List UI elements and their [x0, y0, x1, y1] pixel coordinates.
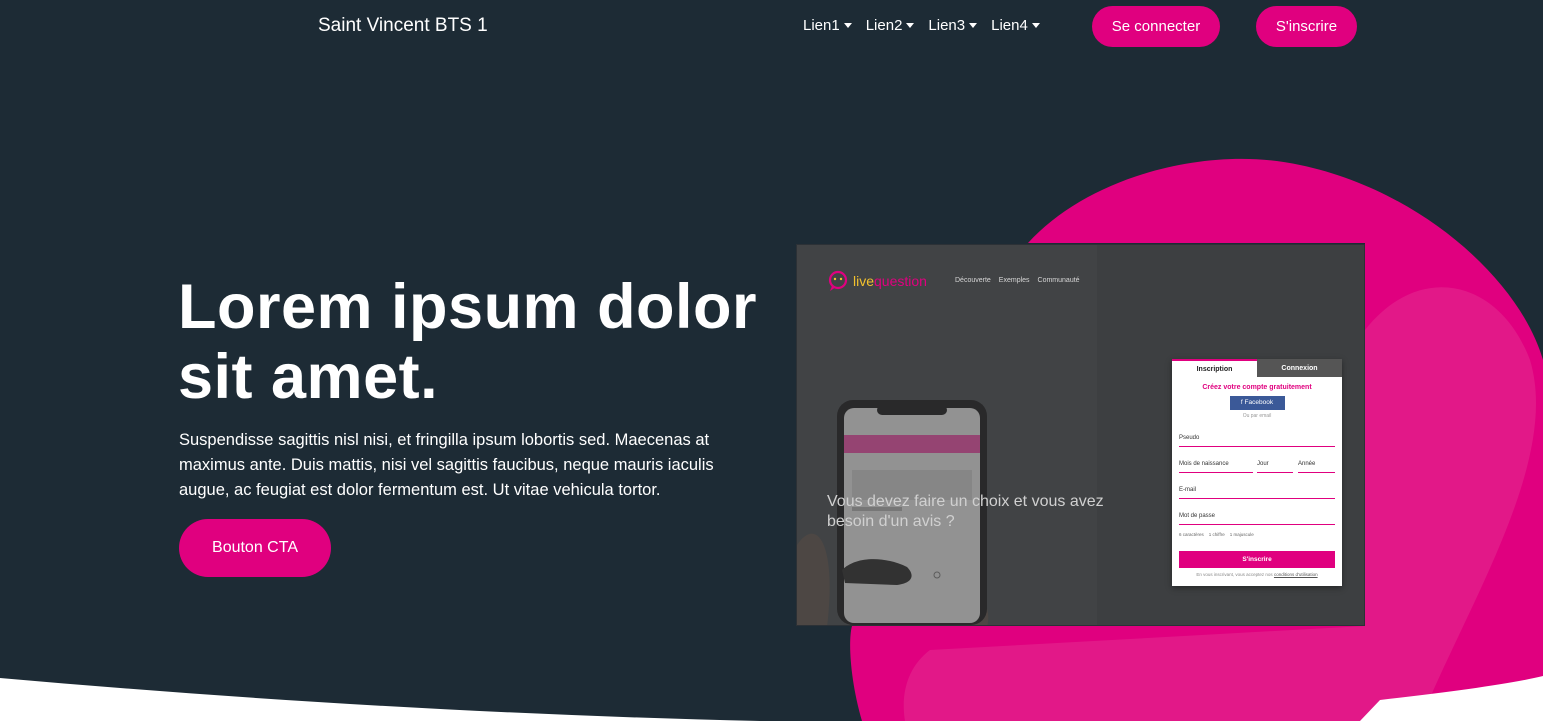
brand-link[interactable]: Saint Vincent BTS 1 — [318, 15, 488, 37]
nav-link-label: Lien3 — [928, 17, 966, 34]
mock-nav: Découverte Exemples Communauté — [955, 277, 1080, 284]
tab-inscription: Inscription — [1172, 359, 1257, 377]
livequestion-logo: livequestion — [827, 270, 927, 292]
hint-item: 1 majuscule — [1229, 532, 1254, 537]
cta-button[interactable]: Bouton CTA — [179, 519, 331, 577]
signup-form-card: Inscription Connexion Créez votre compte… — [1172, 359, 1342, 586]
login-button[interactable]: Se connecter — [1092, 6, 1220, 47]
signup-button[interactable]: S'inscrire — [1256, 6, 1357, 47]
caret-down-icon — [906, 23, 915, 28]
hint-item: 6 caractères — [1179, 532, 1204, 537]
form-submit-button: S'inscrire — [1179, 551, 1335, 568]
logo-wordmark: livequestion — [853, 273, 927, 289]
hero-title: Lorem ipsum dolor sit amet. — [178, 272, 758, 412]
nav-link-lien1[interactable]: Lien1 — [803, 17, 852, 34]
pseudo-field: Pseudo — [1179, 435, 1335, 447]
day-field: Jour — [1257, 461, 1293, 473]
mock-nav-item: Découverte — [955, 277, 991, 284]
nav-link-lien3[interactable]: Lien3 — [928, 17, 978, 34]
hero-text: Suspendisse sagittis nisl nisi, et fring… — [179, 431, 714, 499]
logo-question: question — [874, 273, 927, 289]
form-title: Créez votre compte gratuitement — [1202, 384, 1312, 391]
nav-link-lien4[interactable]: Lien4 — [991, 17, 1040, 34]
mock-nav-item: Exemples — [998, 277, 1030, 284]
legal-prefix: En vous inscrivant, vous acceptez nos — [1196, 572, 1273, 577]
mock-tagline: Vous devez faire un choix et vous avez b… — [827, 493, 1104, 530]
password-field: Mot de passe — [1179, 513, 1335, 525]
facebook-button: f Facebook — [1229, 396, 1285, 410]
white-wave — [0, 678, 760, 721]
landing-page: Saint Vincent BTS 1 Lien1 Lien2 Lien3 Li… — [0, 0, 1543, 721]
nav-link-label: Lien1 — [803, 17, 840, 34]
caret-down-icon — [969, 23, 978, 28]
product-screenshot: livequestion Découverte Exemples Communa… — [796, 244, 1365, 626]
nav-link-label: Lien4 — [991, 17, 1028, 34]
tab-connexion: Connexion — [1257, 359, 1342, 377]
nav-link-label: Lien2 — [865, 17, 903, 34]
mock-nav-item: Communauté — [1037, 277, 1080, 284]
legal-text: En vous inscrivant, vous acceptez nos co… — [1179, 572, 1335, 577]
caret-down-icon — [1031, 23, 1040, 28]
nav-link-lien2[interactable]: Lien2 — [866, 17, 915, 34]
navbar: Saint Vincent BTS 1 Lien1 Lien2 Lien3 Li… — [0, 0, 1543, 54]
or-email-divider: Ou par email — [1242, 413, 1272, 419]
email-field: E-mail — [1179, 487, 1335, 499]
form-tabs: Inscription Connexion — [1172, 359, 1342, 377]
caret-down-icon — [843, 23, 852, 28]
speech-bubble-icon — [828, 270, 848, 291]
facebook-label: Facebook — [1244, 399, 1274, 406]
year-field: Année — [1298, 461, 1335, 473]
logo-live: live — [853, 273, 875, 289]
hint-item: 1 chiffre — [1208, 532, 1225, 537]
legal-link: conditions d'utilisation — [1273, 572, 1318, 577]
nav-links: Lien1 Lien2 Lien3 Lien4 — [803, 17, 1054, 34]
birth-month-field: Mois de naissance — [1179, 461, 1253, 473]
password-hints: 6 caractères 1 chiffre 1 majuscule — [1179, 532, 1254, 537]
